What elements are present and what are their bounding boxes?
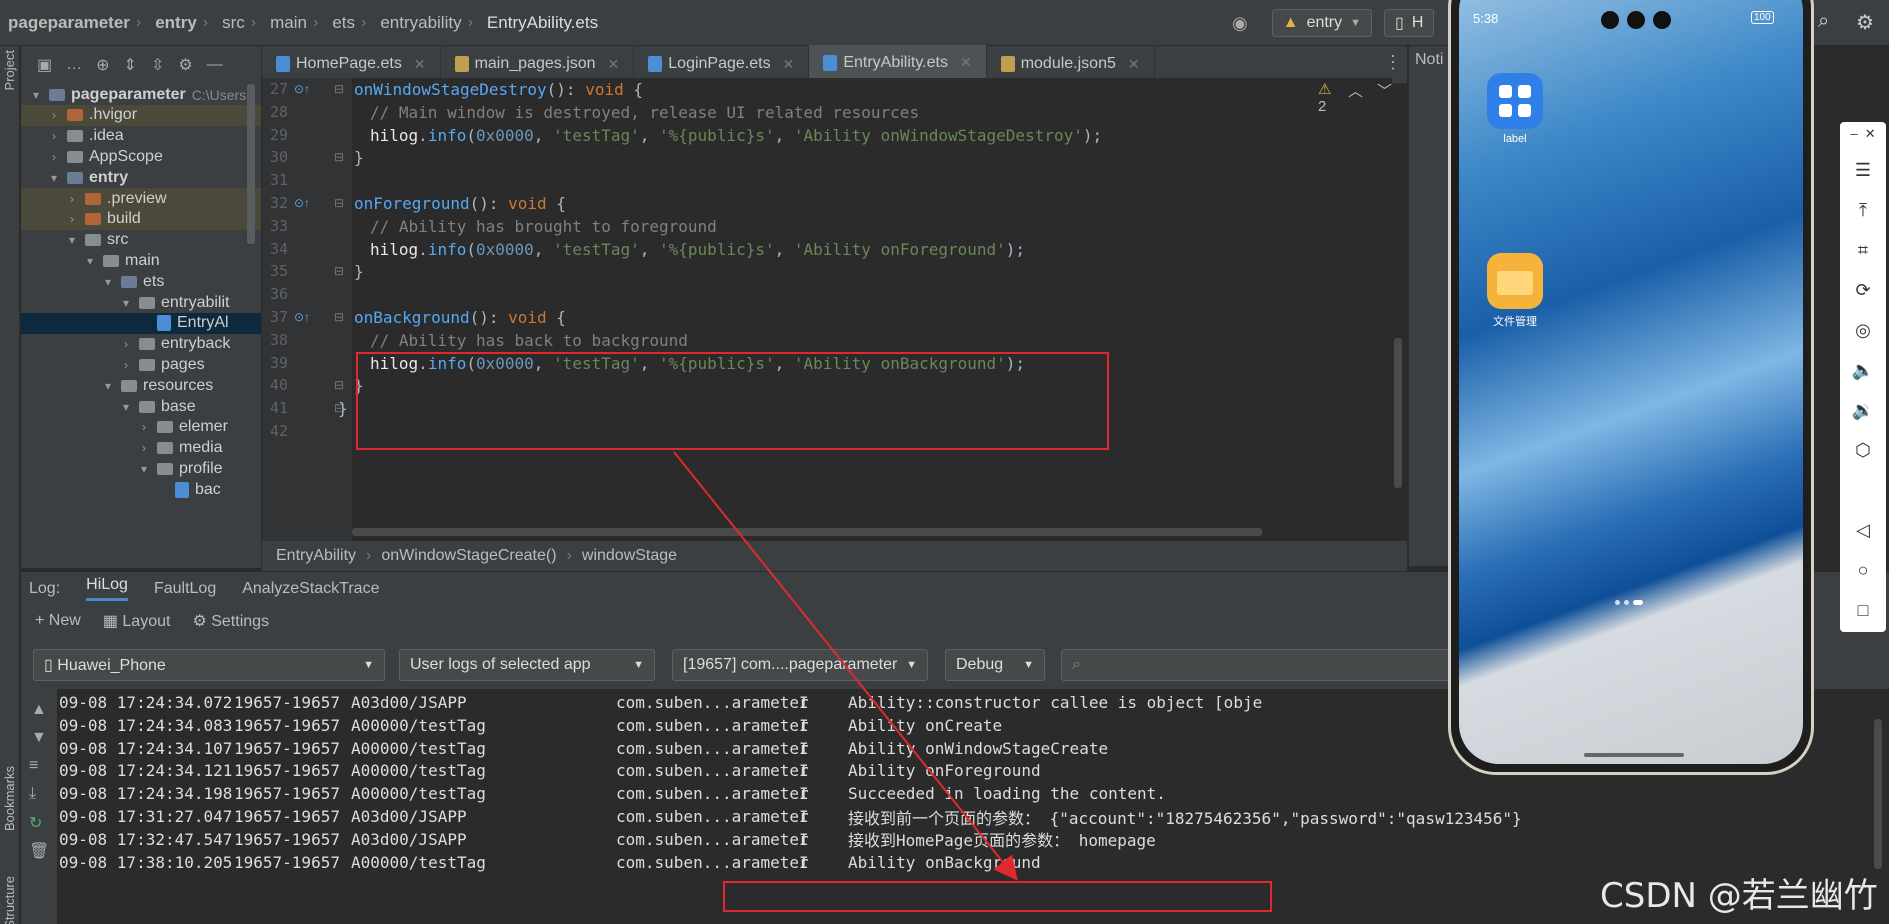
app-label-text: label — [1503, 133, 1527, 145]
battery-indicator: 100 — [1751, 11, 1774, 24]
menu-icon[interactable]: ☰ — [1840, 160, 1886, 181]
back-icon[interactable]: ◁ — [1840, 520, 1886, 541]
crop-icon[interactable]: ⌗ — [1840, 240, 1886, 261]
volume-down-icon[interactable]: 🔉 — [1840, 400, 1886, 421]
window-controls: – ✕ — [1840, 126, 1886, 142]
watermark: CSDN @若兰幽竹 — [1600, 876, 1878, 916]
status-time: 5:38 — [1473, 11, 1499, 26]
phone-emulator: 5:38 100 label 文件管理 — [1448, 0, 1814, 775]
home-icon[interactable]: ○ — [1840, 560, 1886, 581]
minimize-icon[interactable]: – — [1850, 126, 1857, 141]
rotate-icon[interactable]: ⟳ — [1840, 280, 1886, 301]
recents-icon[interactable]: □ — [1840, 600, 1886, 621]
phone-screen[interactable]: 5:38 100 label 文件管理 — [1459, 0, 1803, 764]
volume-up-icon[interactable]: 🔈 — [1840, 360, 1886, 381]
location-icon[interactable]: ◎ — [1840, 320, 1886, 341]
close-icon[interactable]: ✕ — [1865, 126, 1876, 141]
erase-icon[interactable]: ⬡ — [1840, 440, 1886, 461]
home-indicator[interactable] — [1584, 753, 1684, 757]
page-indicator — [1615, 600, 1643, 605]
pin-top-icon[interactable]: ⤒ — [1840, 200, 1886, 221]
camera-cutouts — [1601, 11, 1671, 29]
app-icon-file-manager[interactable] — [1487, 253, 1543, 309]
app-icon-label[interactable] — [1487, 73, 1543, 129]
app-label-text: 文件管理 — [1493, 316, 1537, 328]
emulator-toolbar: – ✕ ☰ ⤒ ⌗ ⟳ ◎ 🔈 🔉 ⬡ ◁ ○ □ — [1840, 122, 1886, 632]
